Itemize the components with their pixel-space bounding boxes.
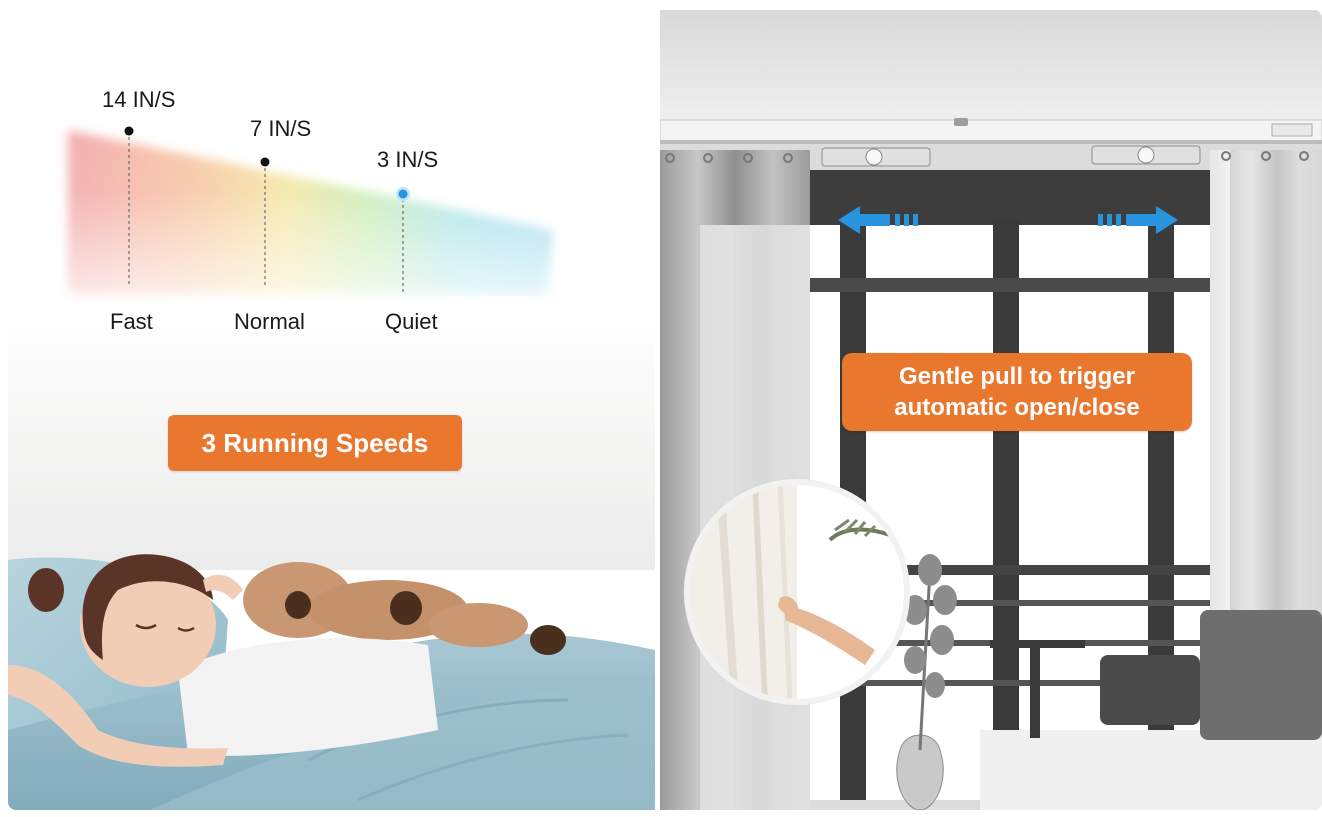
quiet-mode-label: Quiet [385,309,438,334]
speed-gradient-wedge [68,126,553,295]
sleeping-child-photo [8,554,655,810]
running-speeds-badge: 3 Running Speeds [168,415,462,471]
normal-mode-label: Normal [234,309,305,334]
gentle-pull-line2: automatic open/close [894,394,1140,421]
product-image-frame: 14 IN/S 7 IN/S 3 IN/S Fast Normal Quiet … [0,0,1322,817]
running-speeds-panel: 14 IN/S 7 IN/S 3 IN/S Fast Normal Quiet … [8,10,655,810]
normal-speed-value: 7 IN/S [250,116,312,141]
quiet-speed-value: 3 IN/S [377,147,439,172]
gentle-pull-line1: Gentle pull to trigger [898,363,1135,390]
fast-speed-value: 14 IN/S [102,87,176,112]
curtain-pull-panel: Gentle pull to trigger automatic open/cl… [660,10,1322,810]
gentle-pull-badge: Gentle pull to trigger automatic open/cl… [842,353,1192,431]
fast-mode-label: Fast [110,309,153,334]
